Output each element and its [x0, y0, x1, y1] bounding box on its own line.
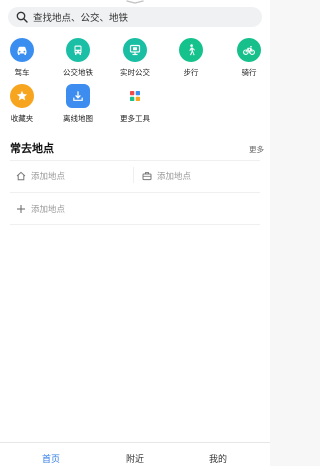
- divider: [10, 224, 260, 225]
- briefcase-icon: [142, 171, 152, 181]
- tool-label: 实时公交: [120, 68, 150, 77]
- bottom-sheet: 查找地点、公交、地铁 驾车 公交地铁 实时公交 步行 骑行 收藏夹 离线地图 更…: [0, 0, 270, 442]
- grid-icon: [123, 84, 147, 108]
- home-label: 添加地点: [31, 172, 66, 182]
- tool-favorites[interactable]: 收藏夹: [0, 84, 49, 130]
- realtime-bus-icon: [123, 38, 147, 62]
- divider: [10, 160, 260, 161]
- tab-nearby[interactable]: 附近: [126, 452, 144, 465]
- search-placeholder: 查找地点、公交、地铁: [33, 13, 129, 24]
- work-label: 添加地点: [157, 172, 192, 182]
- divider: [10, 192, 260, 193]
- download-icon: [66, 84, 90, 108]
- work-place[interactable]: 添加地点: [142, 170, 191, 182]
- tool-label: 离线地图: [63, 114, 93, 123]
- bus-icon: [66, 38, 90, 62]
- add-place-label: 添加地点: [31, 205, 66, 215]
- tool-label: 驾车: [14, 68, 30, 77]
- plus-icon: [16, 204, 26, 214]
- search-bar[interactable]: 查找地点、公交、地铁: [8, 7, 262, 27]
- tool-label: 更多工具: [120, 114, 150, 123]
- home-icon: [16, 171, 26, 181]
- section-title: 常去地点: [10, 142, 54, 155]
- tab-home[interactable]: 首页: [42, 452, 60, 465]
- tool-drive[interactable]: 驾车: [0, 38, 49, 84]
- tool-walk[interactable]: 步行: [164, 38, 218, 84]
- add-place[interactable]: 添加地点: [16, 203, 65, 215]
- tool-label: 收藏夹: [10, 114, 34, 123]
- car-icon: [10, 38, 34, 62]
- divider: [133, 167, 134, 183]
- search-icon: [16, 11, 28, 23]
- home-place[interactable]: 添加地点: [16, 170, 65, 182]
- tool-label: 步行: [183, 68, 199, 77]
- tool-more[interactable]: 更多工具: [108, 84, 162, 130]
- star-icon: [10, 84, 34, 108]
- tool-label: 骑行: [241, 68, 257, 77]
- tab-bar: 首页 附近 我的: [0, 442, 270, 466]
- more-link[interactable]: 更多: [249, 144, 264, 155]
- walk-icon: [179, 38, 203, 62]
- tool-transit[interactable]: 公交地铁: [51, 38, 105, 84]
- bike-icon: [237, 38, 261, 62]
- tool-realtime-bus[interactable]: 实时公交: [108, 38, 162, 84]
- tab-mine[interactable]: 我的: [209, 452, 227, 465]
- tool-label: 公交地铁: [63, 68, 93, 77]
- tool-bike[interactable]: 骑行: [222, 38, 276, 84]
- sheet-handle[interactable]: [126, 0, 144, 4]
- tool-offline-map[interactable]: 离线地图: [51, 84, 105, 130]
